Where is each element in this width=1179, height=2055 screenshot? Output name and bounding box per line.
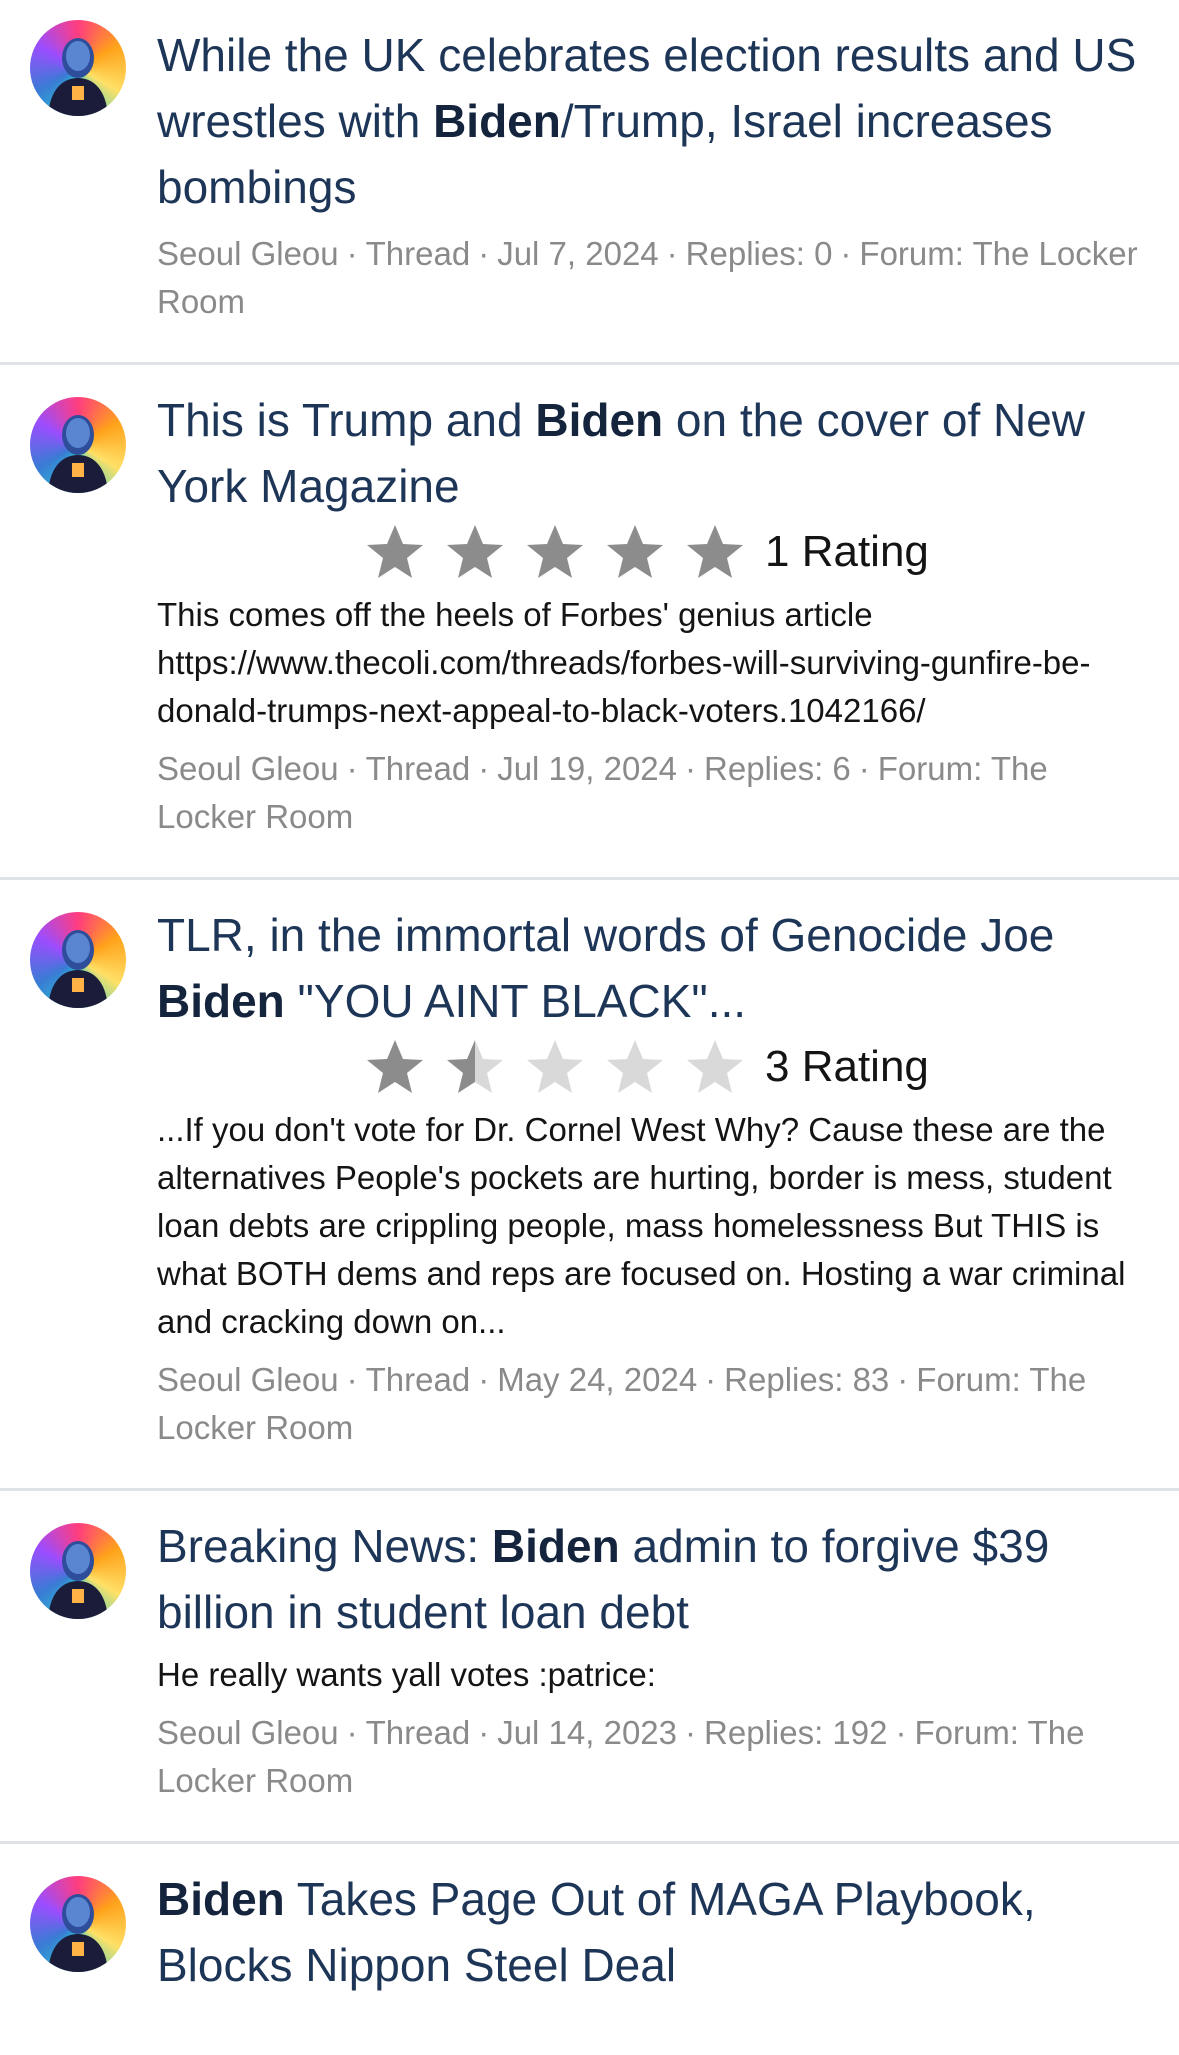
meta-separator: · bbox=[346, 1714, 358, 1751]
reply-count: Replies: 0 bbox=[685, 235, 833, 272]
star-icon[interactable] bbox=[605, 523, 665, 581]
post-date[interactable]: May 24, 2024 bbox=[497, 1361, 697, 1398]
avatar[interactable] bbox=[30, 1523, 126, 1619]
rating-stars bbox=[365, 1038, 745, 1096]
search-result-item: This is Trump and Biden on the cover of … bbox=[0, 365, 1179, 880]
result-title-link[interactable]: Breaking News: Biden admin to forgive $3… bbox=[157, 1513, 1155, 1645]
highlighted-term: Biden bbox=[491, 1520, 620, 1572]
star-icon[interactable] bbox=[365, 523, 425, 581]
star-icon[interactable] bbox=[605, 1038, 665, 1096]
avatar[interactable] bbox=[30, 912, 126, 1008]
star-icon[interactable] bbox=[685, 523, 745, 581]
result-meta: Seoul Gleou · Thread · Jul 7, 2024 · Replies: … bbox=[157, 230, 1155, 326]
author-link[interactable]: Seoul Gleou bbox=[157, 750, 339, 787]
title-text: Breaking News: bbox=[157, 1520, 492, 1572]
avatar[interactable] bbox=[30, 1876, 126, 1972]
reply-count: Replies: 83 bbox=[724, 1361, 890, 1398]
star-icon[interactable] bbox=[365, 1038, 425, 1096]
rating-count: 1 Rating bbox=[765, 527, 929, 576]
avatar-portrait-icon bbox=[48, 38, 108, 116]
avatar-portrait-icon bbox=[48, 1894, 108, 1972]
author-link[interactable]: Seoul Gleou bbox=[157, 1714, 339, 1751]
result-meta: Seoul Gleou · Thread · May 24, 2024 · Replies:… bbox=[157, 1356, 1155, 1452]
reply-count: Replies: 192 bbox=[704, 1714, 888, 1751]
star-icon[interactable] bbox=[525, 1038, 585, 1096]
result-title-link[interactable]: While the UK celebrates election results… bbox=[157, 22, 1155, 220]
meta-separator: · bbox=[705, 1361, 717, 1398]
reply-count: Replies: 6 bbox=[704, 750, 851, 787]
star-icon[interactable] bbox=[445, 523, 505, 581]
meta-separator: · bbox=[346, 235, 358, 272]
search-result-item: Breaking News: Biden admin to forgive $3… bbox=[0, 1491, 1179, 1844]
author-link[interactable]: Seoul Gleou bbox=[157, 235, 339, 272]
result-title-link[interactable]: Biden Takes Page Out of MAGA Playbook, B… bbox=[157, 1866, 1155, 1998]
meta-separator: · bbox=[478, 1714, 490, 1751]
post-date[interactable]: Jul 7, 2024 bbox=[497, 235, 658, 272]
avatar-portrait-icon bbox=[48, 1541, 108, 1619]
title-text: TLR, in the immortal words of Genocide J… bbox=[157, 909, 1055, 961]
post-date[interactable]: Jul 14, 2023 bbox=[497, 1714, 677, 1751]
post-date[interactable]: Jul 19, 2024 bbox=[497, 750, 677, 787]
search-results-list: While the UK celebrates election results… bbox=[0, 0, 1179, 2034]
highlighted-term: Biden bbox=[157, 975, 285, 1027]
title-text: "YOU AINT BLACK"... bbox=[284, 975, 747, 1027]
meta-separator: · bbox=[685, 750, 697, 787]
content-type: Thread bbox=[365, 750, 471, 787]
avatar-portrait-icon bbox=[48, 930, 108, 1008]
meta-separator: · bbox=[897, 1361, 909, 1398]
meta-separator: · bbox=[478, 750, 490, 787]
meta-separator: · bbox=[895, 1714, 907, 1751]
avatar[interactable] bbox=[30, 20, 126, 116]
rating-count: 3 Rating bbox=[765, 1042, 929, 1091]
result-title-link[interactable]: TLR, in the immortal words of Genocide J… bbox=[157, 902, 1155, 1034]
content-type: Thread bbox=[365, 1714, 471, 1751]
rating-stars bbox=[365, 523, 745, 581]
result-snippet: He really wants yall votes :patrice: bbox=[157, 1656, 656, 1693]
avatar[interactable] bbox=[30, 397, 126, 493]
result-snippet: ...If you don't vote for Dr. Cornel West… bbox=[157, 1111, 1126, 1340]
author-link[interactable]: Seoul Gleou bbox=[157, 1361, 339, 1398]
avatar-portrait-icon bbox=[48, 415, 108, 493]
meta-separator: · bbox=[840, 235, 852, 272]
star-rating: 3 Rating bbox=[365, 1034, 1155, 1100]
search-result-item: TLR, in the immortal words of Genocide J… bbox=[0, 880, 1179, 1491]
result-title-link[interactable]: This is Trump and Biden on the cover of … bbox=[157, 387, 1155, 519]
meta-separator: · bbox=[478, 235, 490, 272]
search-result-item: While the UK celebrates election results… bbox=[0, 0, 1179, 365]
result-snippet: This comes off the heels of Forbes' geni… bbox=[157, 596, 1091, 729]
result-meta: Seoul Gleou · Thread · Jul 14, 2023 · Replies:… bbox=[157, 1709, 1155, 1805]
search-result-item: Biden Takes Page Out of MAGA Playbook, B… bbox=[0, 1844, 1179, 2034]
meta-separator: · bbox=[858, 750, 870, 787]
result-meta: Seoul Gleou · Thread · Jul 19, 2024 · Replies:… bbox=[157, 745, 1155, 841]
content-type: Thread bbox=[365, 1361, 471, 1398]
meta-separator: · bbox=[666, 235, 678, 272]
meta-separator: · bbox=[478, 1361, 490, 1398]
star-icon[interactable] bbox=[685, 1038, 745, 1096]
meta-separator: · bbox=[685, 1714, 697, 1751]
title-text: This is Trump and bbox=[157, 394, 536, 446]
highlighted-term: Biden bbox=[535, 394, 664, 446]
star-rating: 1 Rating bbox=[365, 519, 1155, 585]
title-text: Takes Page Out of MAGA Playbook, Blocks … bbox=[157, 1873, 1036, 1991]
content-type: Thread bbox=[365, 235, 471, 272]
star-icon[interactable] bbox=[525, 523, 585, 581]
meta-separator: · bbox=[346, 1361, 358, 1398]
star-icon[interactable] bbox=[445, 1038, 505, 1096]
highlighted-term: Biden bbox=[433, 95, 561, 147]
highlighted-term: Biden bbox=[157, 1873, 285, 1925]
meta-separator: · bbox=[346, 750, 358, 787]
